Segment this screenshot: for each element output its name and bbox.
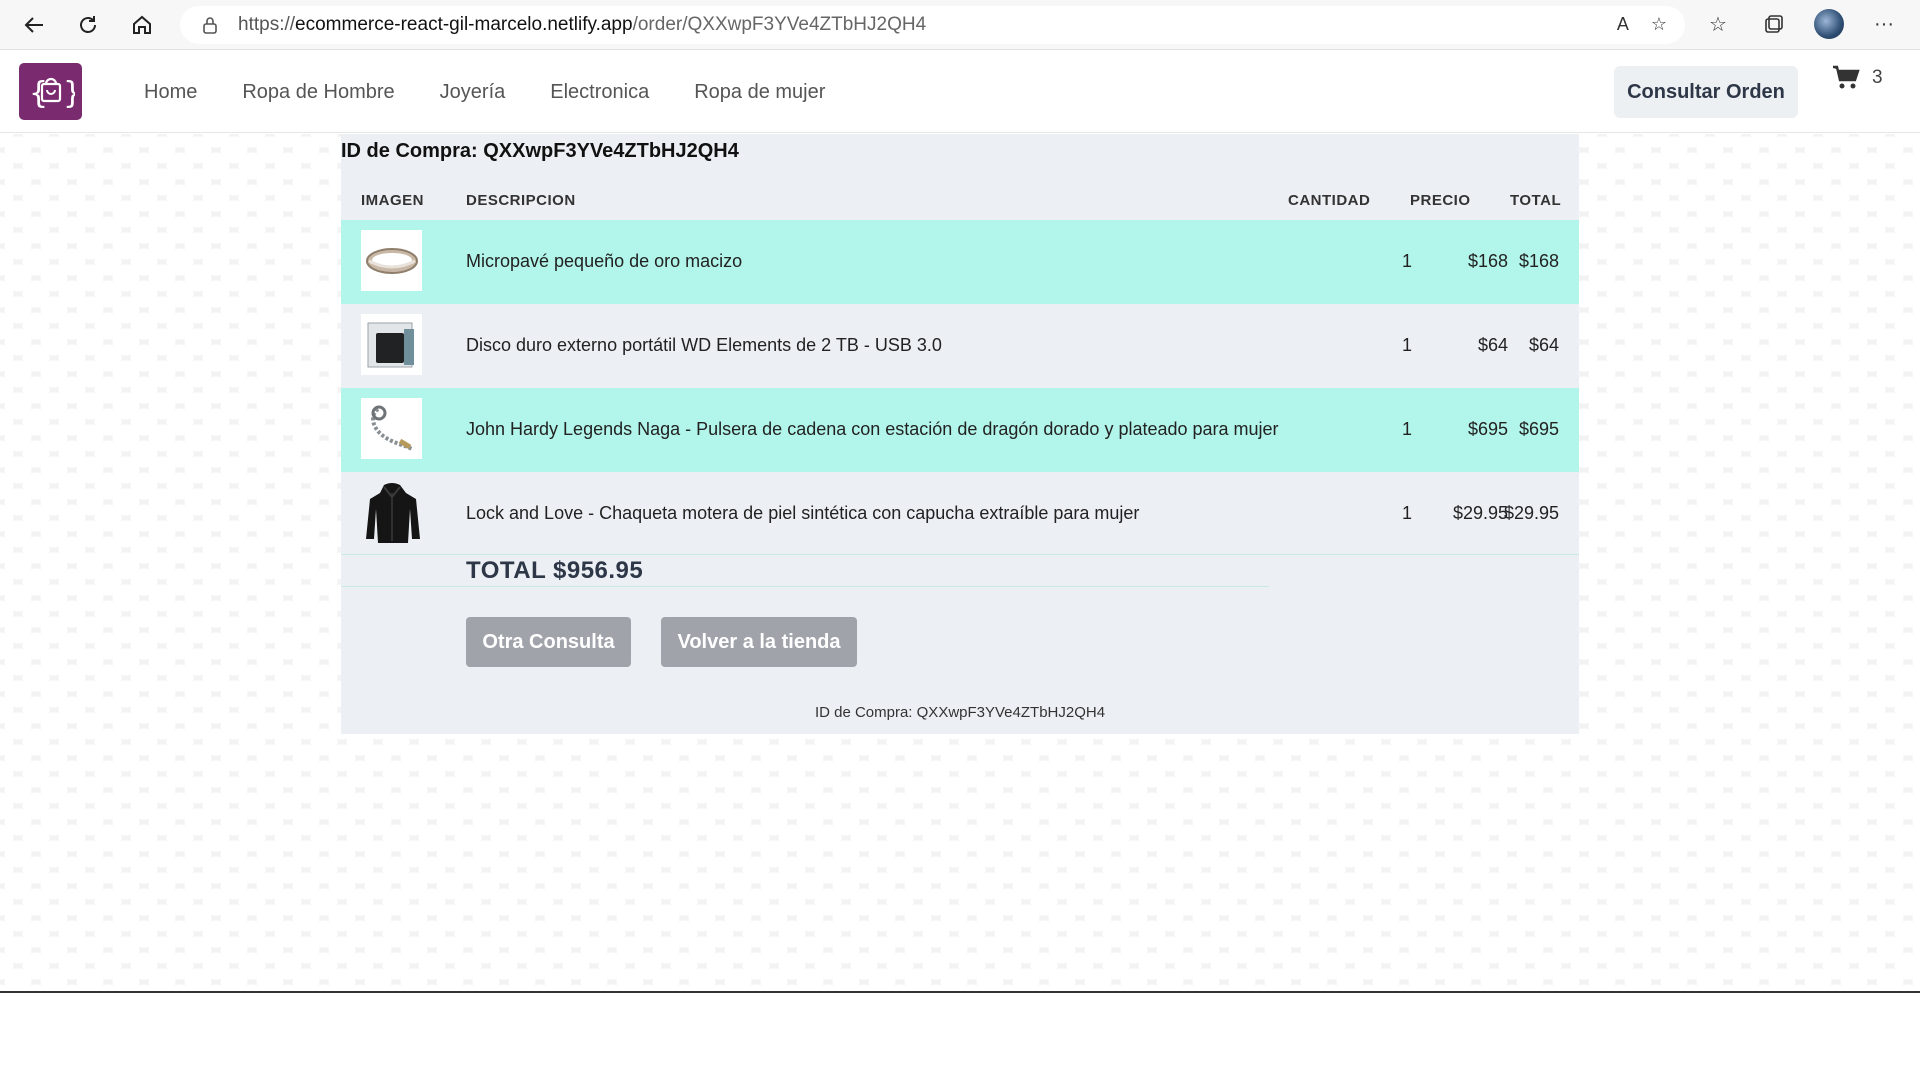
row-price: $64 [1477, 335, 1508, 355]
header-quantity: CANTIDAD [1288, 192, 1371, 209]
table-row: John Hardy Legends Naga - Pulsera de cad… [341, 388, 1579, 472]
total-divider [341, 586, 1269, 587]
nav-ropa-mujer[interactable]: Ropa de mujer [694, 81, 825, 104]
header-description: DESCRIPCION [466, 192, 576, 209]
profile-avatar[interactable] [1814, 9, 1844, 39]
url-path: /order/QXXwpF3YVe4ZTbHJ2QH4 [632, 14, 927, 35]
read-aloud-icon[interactable]: A [1617, 14, 1629, 35]
nav-joyeria[interactable]: Joyería [440, 81, 506, 104]
svg-text:}: } [63, 76, 75, 111]
bracelet-icon [361, 398, 422, 459]
nav-electronica[interactable]: Electronica [550, 81, 649, 104]
favorite-star-icon[interactable]: ☆ [1651, 14, 1667, 35]
volver-tienda-button[interactable]: Volver a la tienda [661, 617, 857, 667]
row-quantity: 1 [1401, 503, 1412, 523]
consultar-orden-button[interactable]: Consultar Orden [1614, 66, 1798, 118]
favorites-icon[interactable]: ☆ [1702, 8, 1734, 40]
row-price: $695 [1467, 419, 1508, 439]
shopping-bag-icon: { } [29, 76, 75, 111]
store-logo[interactable]: { } [19, 63, 82, 120]
hard-drive-icon [361, 314, 422, 375]
cart-count: 3 [1872, 67, 1883, 88]
url-host: ecommerce-react-gil-marcelo.netlify.app [295, 14, 633, 35]
nav-home[interactable]: Home [144, 81, 197, 104]
table-row: Disco duro externo portátil WD Elements … [341, 304, 1579, 388]
grand-total: TOTAL $956.95 [466, 557, 644, 584]
svg-text:{: { [29, 76, 48, 111]
app-header: { } Home Ropa de Hombre Joyería Electron… [0, 51, 1920, 133]
table-row: Micropavé pequeño de oro macizo 1 $168 $… [341, 220, 1579, 304]
order-id-title: ID de Compra: QXXwpF3YVe4ZTbHJ2QH4 [341, 140, 739, 162]
home-icon[interactable] [120, 3, 164, 47]
cart-button[interactable]: 3 [1832, 65, 1883, 91]
row-description: Disco duro externo portátil WD Elements … [466, 335, 942, 355]
main-menu: Home Ropa de Hombre Joyería Electronica … [144, 51, 825, 133]
reload-icon[interactable] [66, 3, 110, 47]
table-header: IMAGEN DESCRIPCION CANTIDAD PRECIO TOTAL [341, 192, 1579, 218]
lock-icon [203, 17, 217, 34]
browser-toolbar: https://ecommerce-react-gil-marcelo.netl… [0, 0, 1920, 50]
ring-icon [361, 230, 422, 291]
otra-consulta-button[interactable]: Otra Consulta [466, 617, 631, 667]
table-divider [341, 554, 1579, 555]
header-image: IMAGEN [361, 192, 424, 209]
row-quantity: 1 [1401, 419, 1412, 439]
row-total: $695 [1518, 419, 1559, 439]
more-options-icon[interactable]: ··· [1868, 8, 1900, 40]
cart-icon [1833, 65, 1860, 89]
row-price: $29.95 [1452, 503, 1508, 523]
row-description: Lock and Love - Chaqueta motera de piel … [466, 503, 1140, 523]
url-prefix: https:// [238, 14, 296, 35]
order-panel: ID de Compra: QXXwpF3YVe4ZTbHJ2QH4 IMAGE… [341, 134, 1579, 734]
row-description: Micropavé pequeño de oro macizo [466, 251, 743, 271]
jacket-icon [361, 482, 422, 543]
address-bar[interactable]: https://ecommerce-react-gil-marcelo.netl… [180, 6, 1685, 44]
footer-order-id: ID de Compra: QXXwpF3YVe4ZTbHJ2QH4 [814, 704, 1106, 721]
row-total: $29.95 [1503, 503, 1559, 523]
header-price: PRECIO [1410, 192, 1471, 209]
table-row: Lock and Love - Chaqueta motera de piel … [341, 472, 1579, 556]
row-price: $168 [1467, 251, 1508, 271]
row-total: $64 [1528, 335, 1559, 355]
page-bottom-area [0, 993, 1920, 1080]
nav-ropa-hombre[interactable]: Ropa de Hombre [242, 81, 394, 104]
header-total: TOTAL [1510, 192, 1562, 209]
row-total: $168 [1518, 251, 1559, 271]
row-quantity: 1 [1401, 251, 1412, 271]
row-quantity: 1 [1401, 335, 1412, 355]
collections-icon[interactable] [1758, 8, 1790, 40]
row-description: John Hardy Legends Naga - Pulsera de cad… [466, 419, 1279, 439]
back-icon[interactable] [12, 3, 56, 47]
